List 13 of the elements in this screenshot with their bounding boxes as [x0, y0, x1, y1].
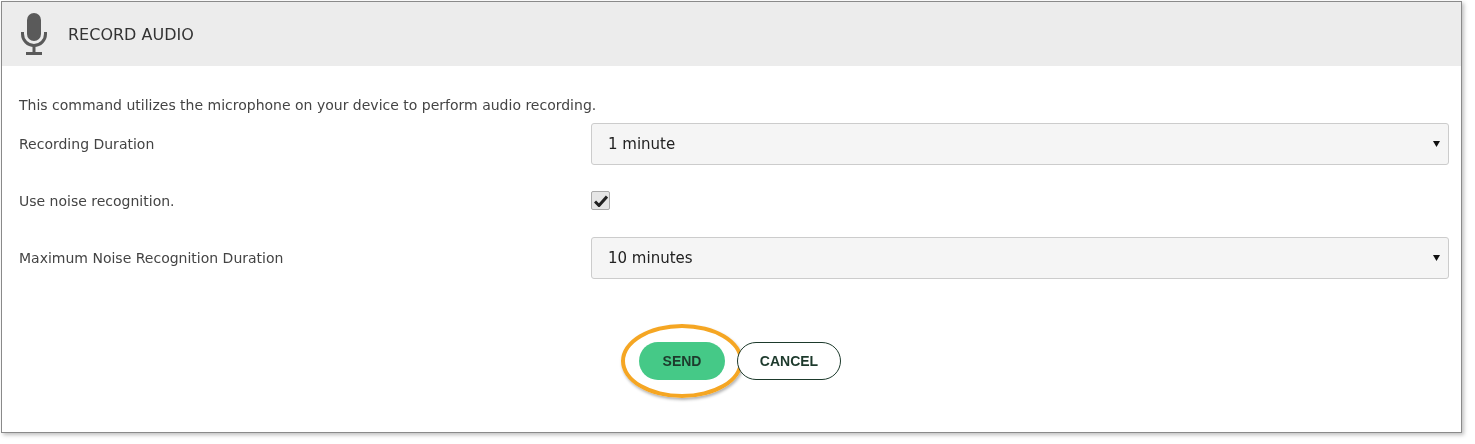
cancel-button[interactable]: CANCEL — [737, 342, 841, 380]
checkbox[interactable] — [591, 191, 610, 210]
description-text: This command utilizes the microphone on your device to perform audio recording. — [19, 96, 598, 115]
dialog-title: RECORD AUDIO — [68, 24, 194, 44]
send-button[interactable]: SEND — [639, 342, 725, 380]
field-label: Recording Duration — [19, 135, 156, 152]
caret-icon — [1433, 140, 1440, 147]
microphone-icon — [20, 13, 48, 55]
dropdown-field[interactable]: 10 minutes — [591, 236, 1449, 279]
caret-icon — [1433, 254, 1440, 261]
field-label: Use noise recognition. — [19, 192, 176, 209]
dropdown-field[interactable]: 1 minute — [591, 122, 1449, 165]
field-label: Maximum Noise Recognition Duration — [19, 249, 285, 266]
